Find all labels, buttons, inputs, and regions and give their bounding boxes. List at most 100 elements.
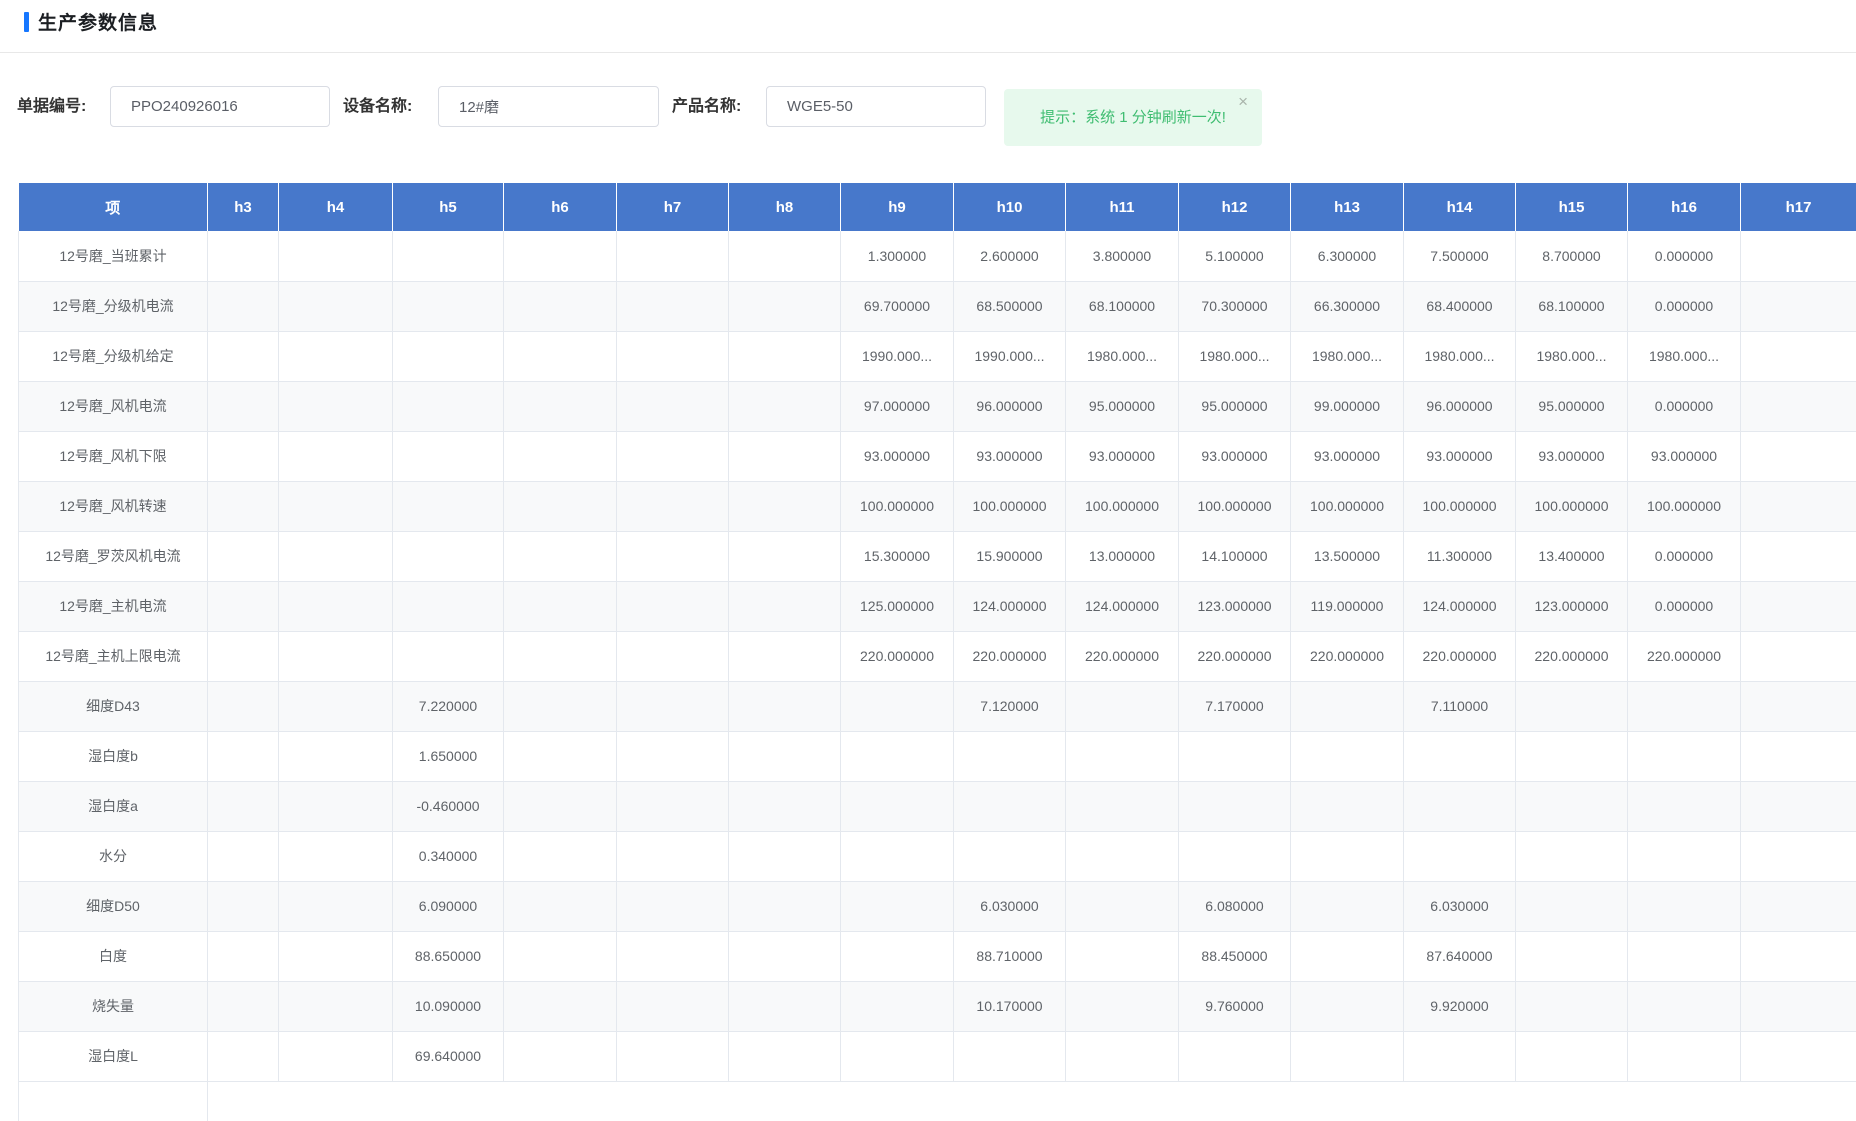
table-cell bbox=[617, 231, 729, 281]
table-cell bbox=[1404, 731, 1516, 781]
table-cell bbox=[208, 381, 279, 431]
table-cell bbox=[393, 331, 504, 381]
table-cell bbox=[208, 681, 279, 731]
table-cell bbox=[1066, 831, 1179, 881]
table-cell: 123.000000 bbox=[1516, 581, 1628, 631]
table-row: 白度88.65000088.71000088.45000087.640000 bbox=[19, 931, 1856, 981]
product-name-input[interactable] bbox=[766, 86, 986, 127]
table-cell: 100.000000 bbox=[1516, 481, 1628, 531]
table-cell: 220.000000 bbox=[1404, 631, 1516, 681]
table-cell bbox=[729, 1031, 841, 1081]
table-cell bbox=[208, 731, 279, 781]
table-cell: 68.400000 bbox=[1404, 281, 1516, 331]
table-cell: 100.000000 bbox=[1066, 481, 1179, 531]
table-cell: -0.460000 bbox=[393, 781, 504, 831]
table-cell bbox=[279, 331, 393, 381]
table-cell: 13.000000 bbox=[1066, 531, 1179, 581]
column-header-h11: h11 bbox=[1066, 183, 1179, 231]
row-label-cell: 12号磨_当班累计 bbox=[19, 231, 208, 281]
table-row: 12号磨_主机电流125.000000124.000000124.0000001… bbox=[19, 581, 1856, 631]
table-cell bbox=[1179, 1031, 1291, 1081]
column-header-h8: h8 bbox=[729, 183, 841, 231]
table-cell: 6.090000 bbox=[393, 881, 504, 931]
table-cell: 1.300000 bbox=[841, 231, 954, 281]
table-cell: 13.500000 bbox=[1291, 531, 1404, 581]
table-cell bbox=[504, 381, 617, 431]
table-cell bbox=[1291, 981, 1404, 1031]
table-cell: 99.000000 bbox=[1291, 381, 1404, 431]
page-header: 生产参数信息 bbox=[0, 0, 1856, 52]
table-cell bbox=[1291, 781, 1404, 831]
table-cell bbox=[208, 481, 279, 531]
table-row: 细度D506.0900006.0300006.0800006.030000 bbox=[19, 881, 1856, 931]
row-label-cell: 12号磨_分级机电流 bbox=[19, 281, 208, 331]
table-cell bbox=[208, 981, 279, 1031]
table-cell: 88.650000 bbox=[393, 931, 504, 981]
table-cell bbox=[1066, 681, 1179, 731]
table-cell: 2.600000 bbox=[954, 231, 1066, 281]
table-cell bbox=[1741, 931, 1856, 981]
table-cell bbox=[1179, 1081, 1291, 1121]
product-name-label: 产品名称: bbox=[672, 86, 741, 127]
table-row: 湿白度L69.640000 bbox=[19, 1031, 1856, 1081]
tip-close-icon[interactable]: × bbox=[1238, 93, 1248, 111]
table-cell bbox=[729, 881, 841, 931]
table-cell: 70.300000 bbox=[1179, 281, 1291, 331]
table-cell bbox=[1628, 681, 1741, 731]
table-cell bbox=[841, 1081, 954, 1121]
table-cell bbox=[393, 581, 504, 631]
table-cell bbox=[279, 731, 393, 781]
table-cell bbox=[954, 781, 1066, 831]
table-cell bbox=[279, 931, 393, 981]
table-cell: 0.000000 bbox=[1628, 281, 1741, 331]
table-cell bbox=[504, 881, 617, 931]
column-header-h17: h17 bbox=[1741, 183, 1856, 231]
table-cell: 14.100000 bbox=[1179, 531, 1291, 581]
table-cell bbox=[729, 531, 841, 581]
table-cell bbox=[729, 231, 841, 281]
table-cell: 123.000000 bbox=[1179, 581, 1291, 631]
table-cell bbox=[617, 881, 729, 931]
table-cell: 220.000000 bbox=[1179, 631, 1291, 681]
row-label-cell: 湿白度b bbox=[19, 731, 208, 781]
table-cell bbox=[208, 231, 279, 281]
table-cell bbox=[208, 881, 279, 931]
table-cell bbox=[1179, 731, 1291, 781]
table-cell: 69.700000 bbox=[841, 281, 954, 331]
table-cell bbox=[504, 631, 617, 681]
table-cell bbox=[279, 981, 393, 1031]
table-cell: 7.120000 bbox=[954, 681, 1066, 731]
device-name-label: 设备名称: bbox=[343, 86, 412, 127]
table-cell bbox=[729, 281, 841, 331]
table-cell: 0.000000 bbox=[1628, 531, 1741, 581]
column-header-h13: h13 bbox=[1291, 183, 1404, 231]
table-cell bbox=[208, 931, 279, 981]
table-cell: 87.640000 bbox=[1404, 931, 1516, 981]
table-cell bbox=[504, 481, 617, 531]
table-cell: 8.700000 bbox=[1516, 231, 1628, 281]
table-cell: 7.170000 bbox=[1179, 681, 1291, 731]
table-cell bbox=[1741, 581, 1856, 631]
table-cell: 1980.000... bbox=[1066, 331, 1179, 381]
table-cell: 66.300000 bbox=[1291, 281, 1404, 331]
table-cell: 1980.000... bbox=[1516, 331, 1628, 381]
table-cell bbox=[1628, 881, 1741, 931]
table-cell bbox=[393, 381, 504, 431]
table-cell bbox=[1516, 1031, 1628, 1081]
table-cell bbox=[208, 281, 279, 331]
table-cell bbox=[1291, 1081, 1404, 1121]
order-number-input[interactable] bbox=[110, 86, 330, 127]
table-cell: 0.340000 bbox=[393, 831, 504, 881]
table-cell bbox=[279, 1081, 393, 1121]
table-cell bbox=[617, 431, 729, 481]
table-row: 12号磨_主机上限电流220.000000220.000000220.00000… bbox=[19, 631, 1856, 681]
table-cell bbox=[1404, 1081, 1516, 1121]
table-cell bbox=[504, 1031, 617, 1081]
row-label-cell: 细度D43 bbox=[19, 681, 208, 731]
table-row: 12号磨_当班累计1.3000002.6000003.8000005.10000… bbox=[19, 231, 1856, 281]
row-label-cell bbox=[19, 1081, 208, 1121]
device-name-input[interactable] bbox=[438, 86, 659, 127]
table-cell bbox=[841, 681, 954, 731]
table-cell bbox=[841, 731, 954, 781]
column-header-h9: h9 bbox=[841, 183, 954, 231]
